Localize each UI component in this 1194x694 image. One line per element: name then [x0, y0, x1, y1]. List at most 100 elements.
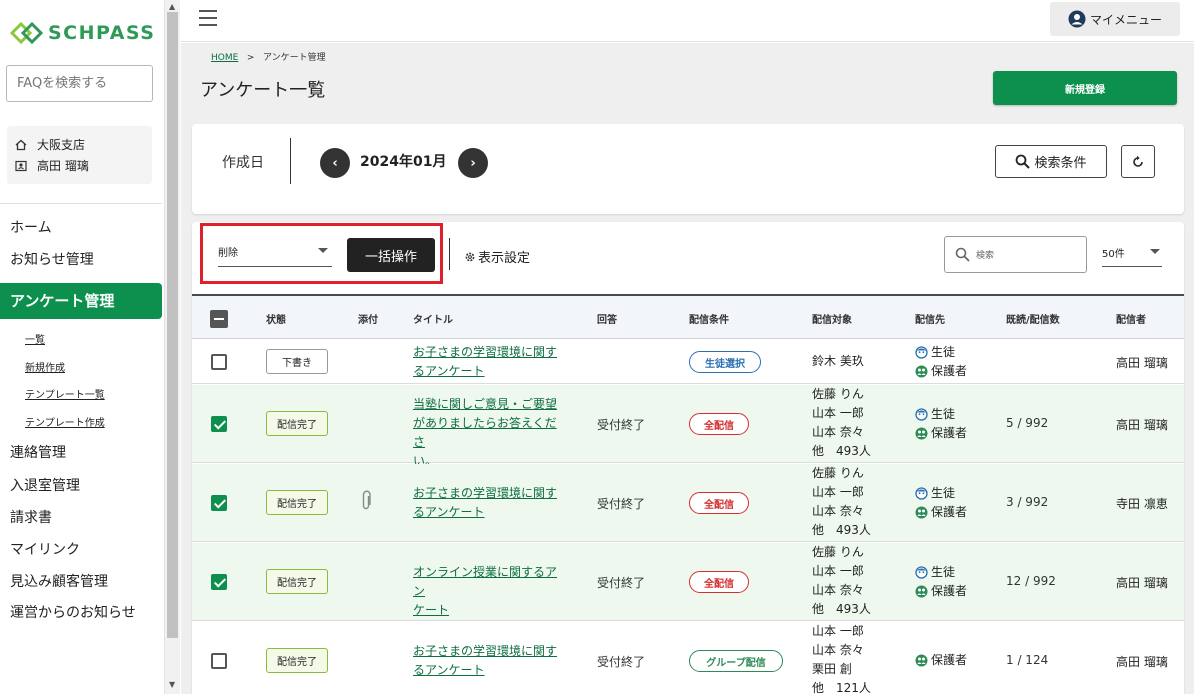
guardian-icon	[915, 427, 928, 440]
survey-title-link[interactable]: お子さまの学習環境に関す るアンケート	[413, 642, 568, 680]
nav-attendance[interactable]: 入退室管理	[0, 475, 162, 495]
targets: 佐藤 りん 山本 一郎 山本 奈々 他 493人	[812, 543, 871, 619]
dest-student: 生徒	[915, 343, 967, 362]
target-name: 山本 一郎	[812, 624, 864, 638]
breadcrumb-current: アンケート管理	[263, 53, 326, 63]
scrollbar-thumb[interactable]	[167, 12, 178, 638]
dest-label: 生徒	[931, 345, 956, 359]
sender: 高田 瑠璃	[1116, 356, 1168, 370]
row-checkbox[interactable]	[211, 416, 227, 432]
row-checkbox[interactable]	[211, 495, 227, 511]
new-register-button[interactable]: 新規登録	[993, 71, 1177, 105]
title-line: るアンケート	[413, 663, 485, 677]
bulk-action-select[interactable]: 削除	[218, 241, 332, 267]
col-attachment: 添付	[358, 315, 378, 326]
nav-home[interactable]: ホーム	[0, 217, 162, 237]
chevron-down-icon	[1150, 249, 1160, 254]
per-page-select[interactable]: 50件	[1102, 245, 1162, 267]
table-row[interactable]: 配信完了 お子さまの学習環境に関す るアンケート 受付終了 全配信 佐藤 りん …	[192, 464, 1184, 542]
bulk-operation-button[interactable]: 一括操作	[347, 238, 435, 272]
title-line: お子さまの学習環境に関す	[413, 644, 558, 658]
select-all-checkbox[interactable]	[210, 310, 228, 328]
table-row[interactable]: 下書き お子さまの学習環境に関す るアンケート 生徒選択 鈴木 美玖 生徒 保護…	[192, 340, 1184, 384]
target-name: 他 493人	[812, 602, 871, 616]
reset-button[interactable]	[1121, 145, 1155, 178]
paperclip-icon[interactable]	[360, 490, 372, 516]
breadcrumb-home[interactable]: HOME	[211, 53, 238, 63]
col-destination: 配信先	[915, 315, 945, 326]
condition-badge: 全配信	[689, 492, 749, 514]
target-name: 山本 奈々	[812, 643, 864, 657]
col-targets: 配信対象	[812, 315, 852, 326]
org-info: 大阪支店 高田 瑠璃	[7, 126, 152, 184]
dest-student: 生徒	[915, 484, 967, 503]
subnav-list[interactable]: 一覧	[25, 331, 45, 346]
answer-status: 受付終了	[597, 418, 646, 432]
display-settings-button[interactable]: 表示設定	[464, 247, 530, 266]
toolbar-divider	[449, 238, 450, 270]
refresh-icon	[1133, 155, 1143, 167]
nav-contacts[interactable]: 連絡管理	[0, 442, 162, 462]
dest-guardian: 保護者	[915, 651, 967, 670]
prev-month-icon[interactable]: ‹	[320, 148, 350, 178]
sidebar-scrollbar[interactable]: ▲ ▼	[164, 0, 180, 694]
targets: 佐藤 りん 山本 一郎 山本 奈々 他 493人	[812, 464, 871, 540]
scroll-up-icon[interactable]: ▲	[169, 2, 175, 11]
nav-operator-news[interactable]: 運営からのお知らせ	[0, 602, 162, 622]
created-date-label: 作成日	[222, 155, 264, 171]
subnav-create[interactable]: 新規作成	[25, 359, 65, 374]
nav-mylinks[interactable]: マイリンク	[0, 539, 162, 559]
bulk-action-value: 削除	[218, 248, 238, 259]
student-icon	[915, 566, 928, 579]
search-conditions-label: 検索条件	[1034, 156, 1087, 171]
target-name: 佐藤 りん	[812, 387, 864, 401]
nav-surveys[interactable]: アンケート管理	[0, 283, 162, 319]
target-name: 他 493人	[812, 523, 871, 537]
answer-status: 受付終了	[597, 655, 646, 669]
logo-text: SCHPASS	[48, 22, 156, 44]
home-icon	[15, 139, 31, 151]
table-row[interactable]: 配信完了 当塾に関しご意見・ご要望 がありましたらお答えくださ い。 受付終了 …	[192, 385, 1184, 468]
target-name: 他 121人	[812, 681, 871, 694]
row-checkbox[interactable]	[211, 574, 227, 590]
targets: 山本 一郎 山本 奈々 栗田 創 他 121人	[812, 622, 871, 694]
student-icon	[915, 346, 928, 359]
target-name: 山本 奈々	[812, 583, 864, 597]
dest-label: 保護者	[931, 584, 968, 598]
nav-prospects[interactable]: 見込み顧客管理	[0, 571, 162, 591]
targets: 佐藤 りん 山本 一郎 山本 奈々 他 493人	[812, 385, 871, 461]
hamburger-menu-icon[interactable]	[199, 10, 217, 26]
nav-notices[interactable]: お知らせ管理	[0, 249, 162, 269]
search-conditions-button[interactable]: 検索条件	[995, 145, 1107, 178]
subnav-template-create[interactable]: テンプレート作成	[25, 414, 105, 429]
survey-title-link[interactable]: お子さまの学習環境に関す るアンケート	[413, 343, 568, 381]
main-content: HOME > アンケート管理 アンケート一覧 新規登録 作成日 ‹ 2024年0…	[181, 43, 1194, 694]
dest-label: 保護者	[931, 426, 968, 440]
next-month-icon[interactable]: ›	[458, 148, 488, 178]
table-row[interactable]: 配信完了 オンライン授業に関するアン ケート 受付終了 全配信 佐藤 りん 山本…	[192, 543, 1184, 621]
survey-title-link[interactable]: オンライン授業に関するアン ケート	[413, 563, 568, 620]
logo[interactable]: SCHPASS	[10, 18, 155, 48]
target-name: 佐藤 りん	[812, 545, 864, 559]
survey-list-card: 削除 一括操作 表示設定 検索 50件 状態 添付 タイトル 回答 配信条件 配…	[192, 222, 1184, 694]
condition-badge: 全配信	[689, 571, 749, 593]
destinations: 保護者	[915, 651, 967, 670]
faq-search-input[interactable]	[6, 65, 153, 102]
scroll-down-icon[interactable]: ▼	[169, 680, 175, 689]
row-checkbox[interactable]	[211, 354, 227, 370]
table-row[interactable]: 配信完了 お子さまの学習環境に関す るアンケート 受付終了 グループ配信 山本 …	[192, 622, 1184, 694]
survey-title-link[interactable]: お子さまの学習環境に関す るアンケート	[413, 484, 568, 522]
nav-invoices[interactable]: 請求書	[0, 507, 162, 527]
survey-title-link[interactable]: 当塾に関しご意見・ご要望 がありましたらお答えくださ い。	[413, 395, 568, 471]
row-checkbox[interactable]	[211, 653, 227, 669]
search-icon	[1016, 154, 1031, 169]
title-line: お子さまの学習環境に関す	[413, 345, 558, 359]
my-menu-button[interactable]: マイメニュー	[1050, 2, 1180, 36]
list-search-placeholder: 検索	[976, 251, 995, 261]
subnav-template-list[interactable]: テンプレート一覧	[25, 386, 105, 401]
answer-status: 受付終了	[597, 576, 646, 590]
list-search-input[interactable]: 検索	[944, 236, 1087, 273]
topbar: マイメニュー	[181, 0, 1194, 42]
dest-label: 生徒	[931, 565, 956, 579]
dest-guardian: 保護者	[915, 503, 967, 522]
